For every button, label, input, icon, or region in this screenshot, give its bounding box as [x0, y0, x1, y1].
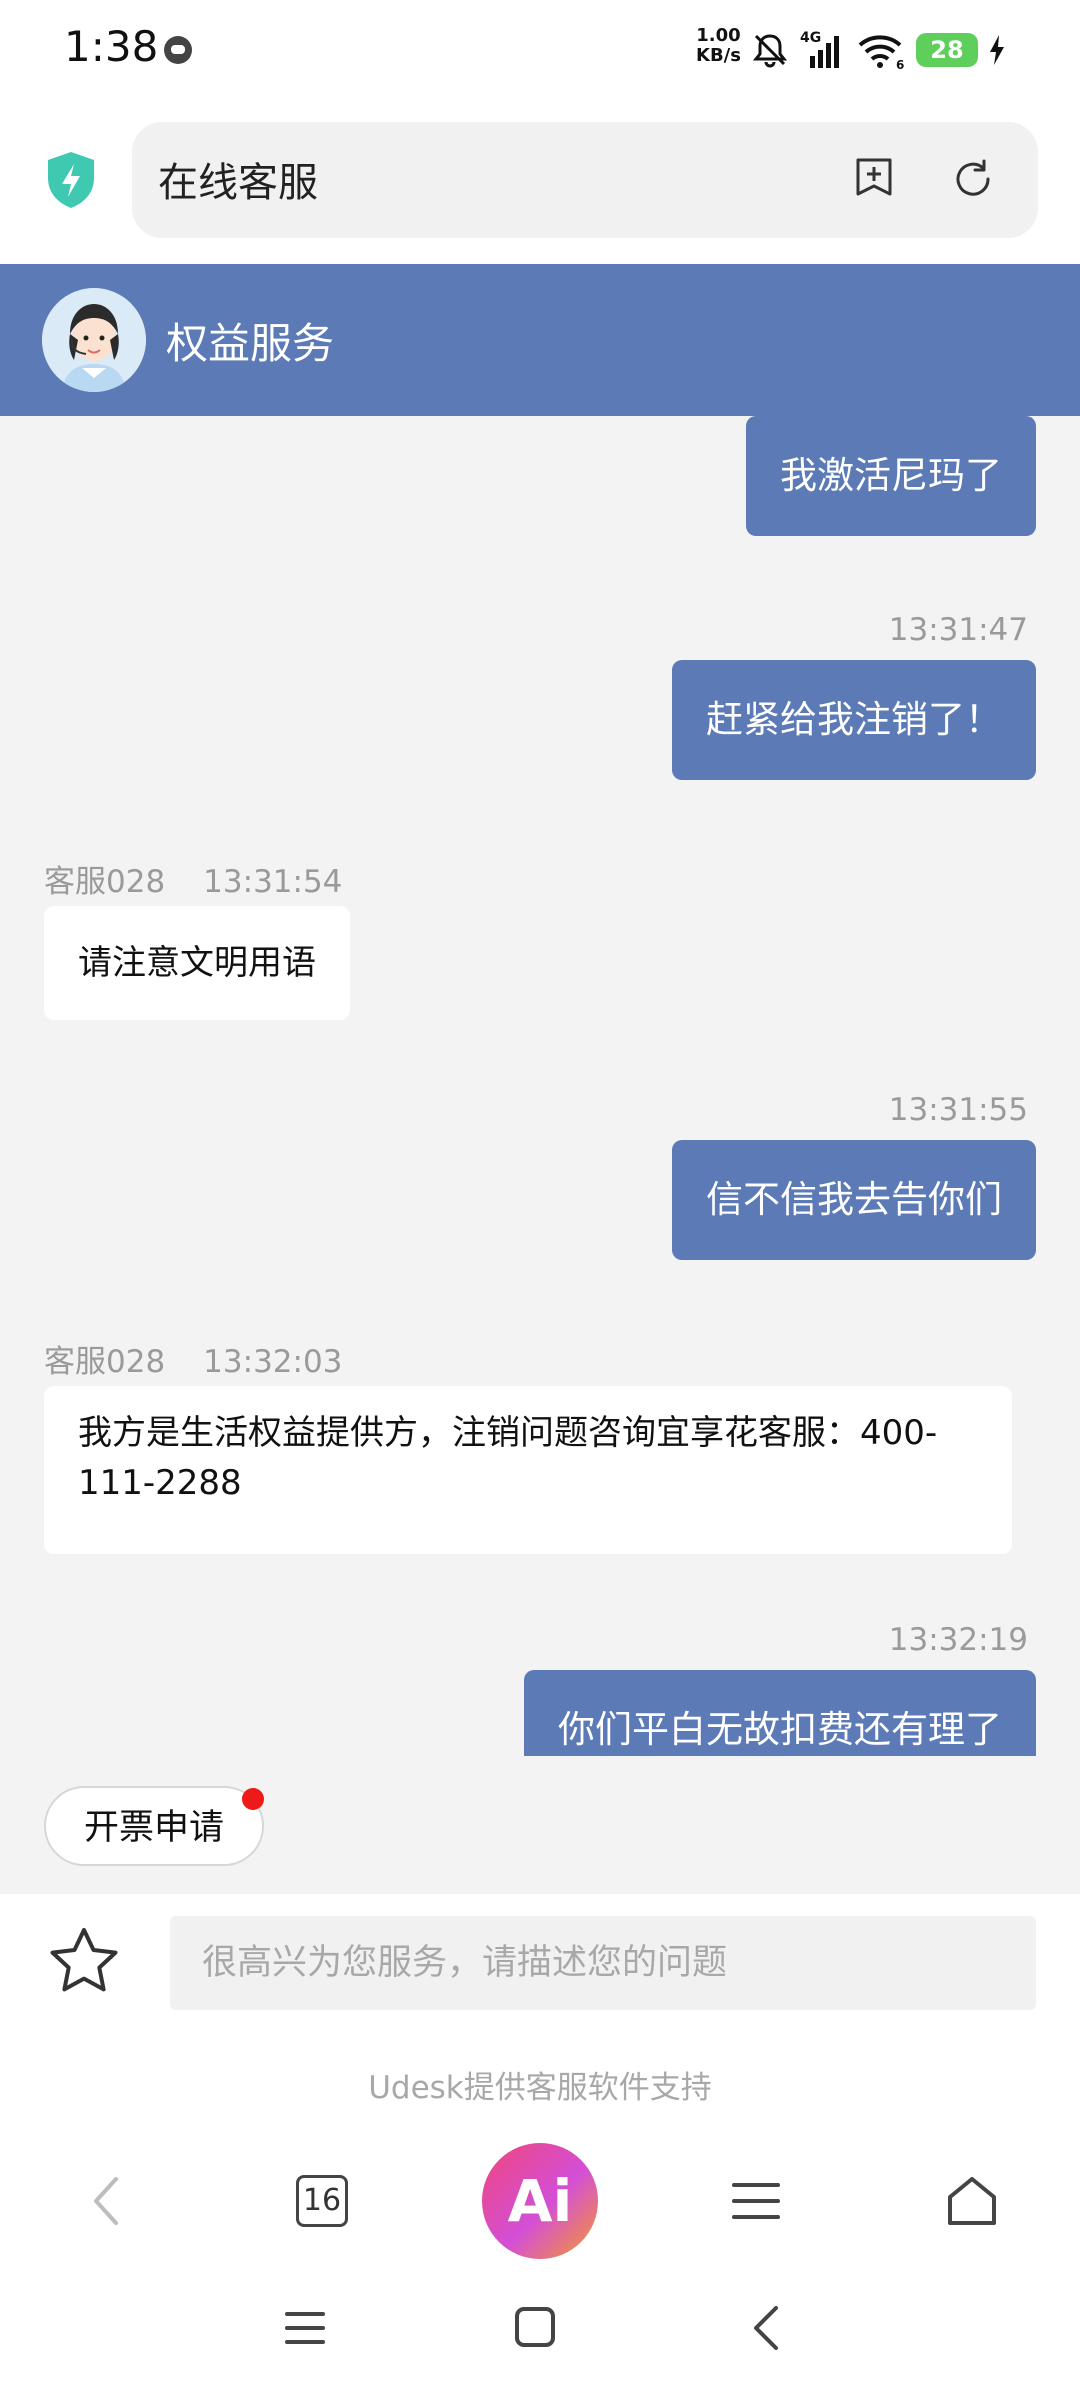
- message-bubble-user[interactable]: 信不信我去告你们: [672, 1140, 1036, 1260]
- home-icon: [948, 2177, 996, 2225]
- charging-icon: [990, 35, 1004, 65]
- recent-apps-icon[interactable]: [284, 2308, 326, 2348]
- agent-avatar: [42, 288, 146, 392]
- message-timestamp: 13:31:55: [888, 1092, 1028, 1128]
- tabs-button[interactable]: 16: [282, 2142, 362, 2260]
- back-button[interactable]: [66, 2142, 146, 2260]
- chat-messages[interactable]: 我激活尼玛了 13:31:47 赶紧给我注销了！ 客服028 13:31:54 请…: [0, 416, 1080, 1756]
- invoice-request-button[interactable]: 开票申请: [44, 1786, 264, 1866]
- agent-message-meta: 客服028 13:32:03: [44, 1336, 342, 1381]
- message-bubble-user[interactable]: 你们平白无故扣费还有理了: [524, 1670, 1036, 1756]
- ai-assistant-button[interactable]: Ai: [482, 2142, 598, 2260]
- wifi-icon: 6: [858, 35, 904, 70]
- message-bubble-user[interactable]: 我激活尼玛了: [746, 416, 1036, 536]
- message-timestamp: 13:31:54: [203, 864, 343, 900]
- message-timestamp: 13:32:19: [888, 1622, 1028, 1658]
- message-input[interactable]: [170, 1916, 1036, 2010]
- network-type-label: 4G: [800, 30, 821, 46]
- agent-avatar-image: [42, 288, 146, 392]
- message-bubble-user[interactable]: 赶紧给我注销了！: [672, 660, 1036, 780]
- browser-bottom-nav: 16 Ai: [0, 2142, 1080, 2260]
- status-icons: 4G 6 28: [750, 28, 1006, 72]
- home-square-icon[interactable]: [514, 2306, 556, 2348]
- page-title[interactable]: 在线客服: [158, 150, 318, 208]
- status-bar: 1:38 1.00 KB/s 4G 6 28: [0, 0, 1080, 100]
- wifi-badge: 6: [896, 58, 904, 70]
- powered-by-label: Udesk提供客服软件支持: [368, 2070, 712, 2106]
- network-speed-unit: KB/s: [696, 45, 741, 66]
- message-text-line: 111-2288: [78, 1463, 242, 1503]
- system-nav-bar: [0, 2260, 1080, 2400]
- message-bubble-agent[interactable]: 我方是生活权益提供方，注销问题咨询宜享花客服：400- 111-2288: [44, 1386, 1012, 1554]
- network-speed-value: 1.00: [696, 25, 741, 46]
- system-back-icon[interactable]: [748, 2304, 784, 2352]
- chat-app-notification-icon: [164, 36, 192, 64]
- cellular-signal-icon: 4G: [800, 30, 839, 68]
- home-button[interactable]: [932, 2142, 1012, 2260]
- message-text-line: 我方是生活权益提供方，注销问题咨询宜享花客服：400-: [78, 1413, 938, 1453]
- message-timestamp: 13:32:03: [203, 1344, 343, 1380]
- notification-dot: [242, 1788, 264, 1810]
- chevron-left-icon: [94, 2177, 118, 2225]
- shield-icon[interactable]: [44, 150, 98, 210]
- agent-name: 客服028: [44, 864, 166, 900]
- refresh-icon[interactable]: [950, 156, 996, 202]
- input-area: Udesk提供客服软件支持: [0, 1894, 1080, 2142]
- battery-indicator: 28: [916, 33, 978, 67]
- browser-toolbar: 在线客服: [0, 100, 1080, 264]
- agent-message-meta: 客服028 13:31:54: [44, 856, 342, 901]
- mute-bell-icon: [752, 34, 788, 68]
- chat-title: 权益服务: [166, 319, 335, 368]
- message-bubble-agent[interactable]: 请注意文明用语: [44, 906, 350, 1020]
- network-speed: 1.00 KB/s: [696, 26, 741, 66]
- chat-header: 权益服务: [0, 264, 1080, 416]
- ai-label: Ai: [482, 2143, 598, 2259]
- message-timestamp: 13:31:47: [888, 612, 1028, 648]
- add-bookmark-icon[interactable]: [852, 156, 896, 200]
- agent-name: 客服028: [44, 1344, 166, 1380]
- star-icon[interactable]: [46, 1924, 122, 2000]
- tab-count: 16: [296, 2175, 348, 2227]
- menu-icon: [732, 2183, 780, 2219]
- status-time: 1:38: [64, 22, 159, 71]
- menu-button[interactable]: [716, 2142, 796, 2260]
- address-bar[interactable]: 在线客服: [132, 122, 1038, 238]
